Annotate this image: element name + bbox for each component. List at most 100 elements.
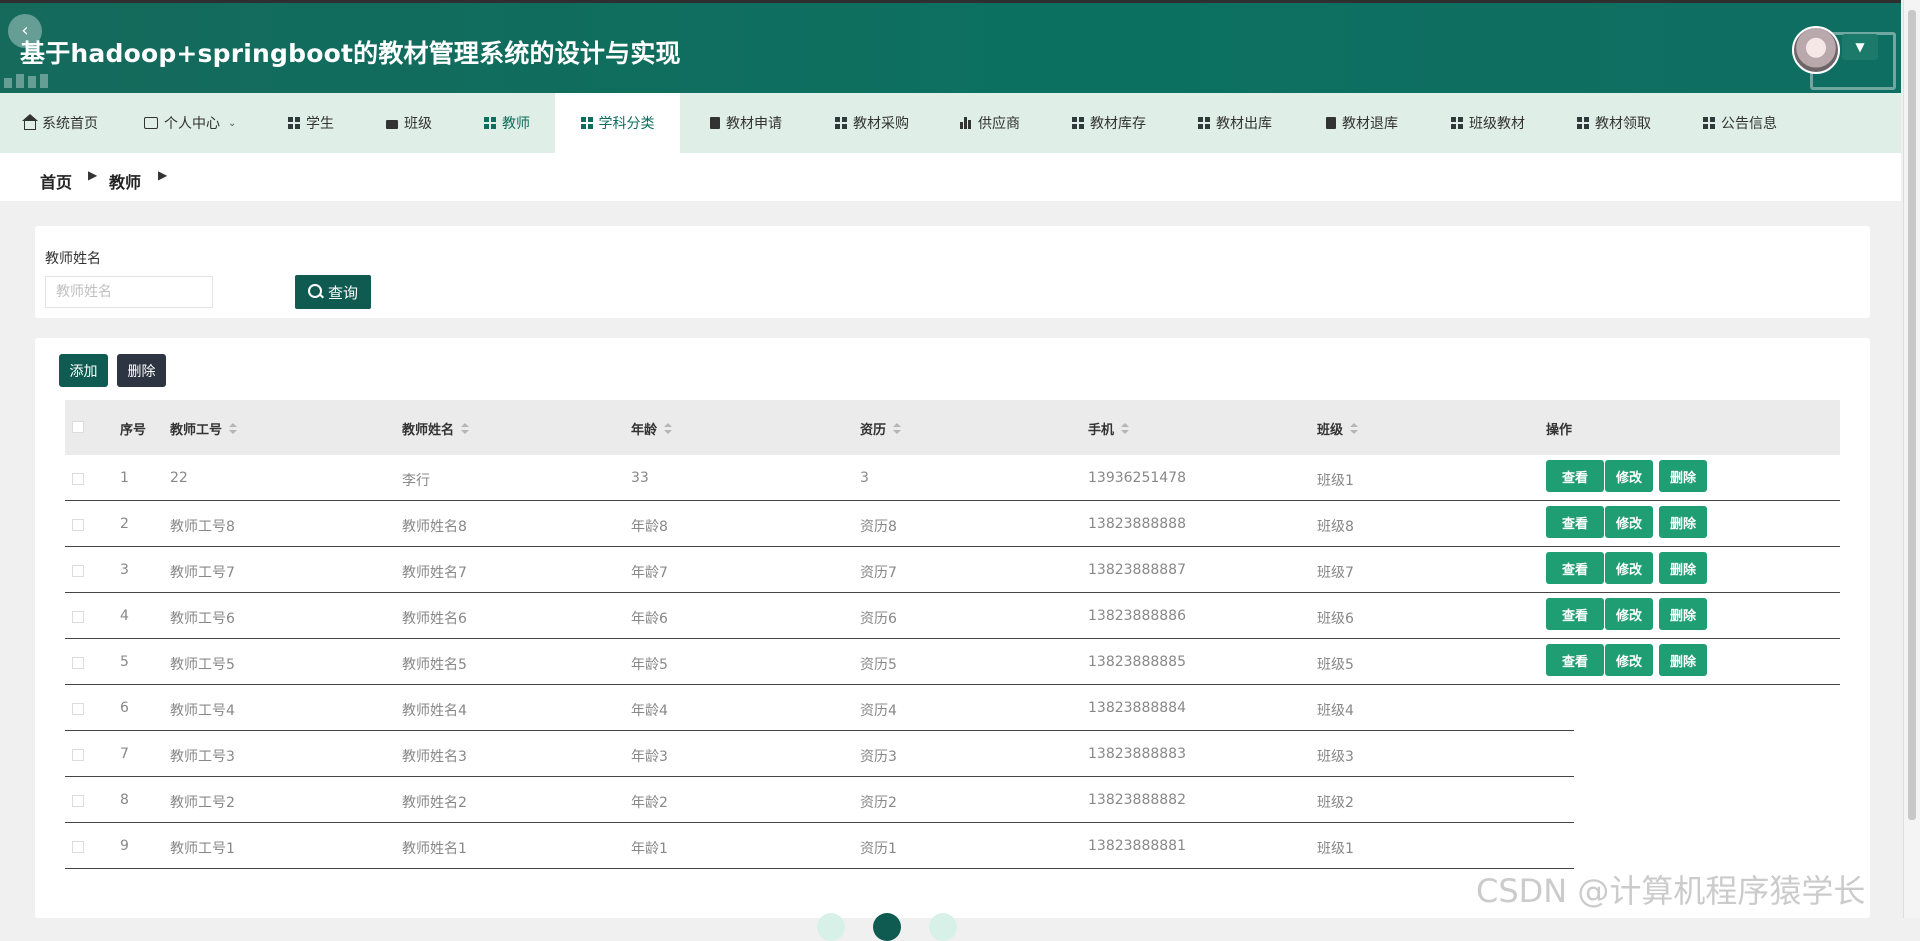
table-cell: 13823888882 [1088,792,1186,808]
page-scrollbar[interactable] [1903,0,1920,918]
edit-button[interactable]: 修改 [1605,598,1653,630]
view-button[interactable]: 查看 [1546,598,1604,630]
nav-item-textbook-outbound[interactable]: 教材出库 [1198,93,1272,153]
sort-icon[interactable] [664,422,673,435]
sort-icon[interactable] [1121,422,1130,435]
row-checkbox[interactable] [72,841,84,853]
nav-item-suppliers[interactable]: 供应商 [960,93,1020,153]
scrollbar-thumb[interactable] [1908,10,1916,820]
user-menu-chevron-down-icon[interactable]: ▼ [1842,34,1878,60]
delete-button[interactable]: 删除 [1659,460,1707,492]
col-teacher-name[interactable]: 教师姓名 [402,419,470,438]
table-cell: 13823888884 [1088,700,1186,716]
avatar[interactable] [1792,26,1840,74]
table-cell: 年龄5 [631,657,668,673]
row-checkbox[interactable] [72,519,84,531]
sort-icon[interactable] [893,422,902,435]
view-button[interactable]: 查看 [1546,506,1604,538]
delete-button[interactable]: 删除 [1659,644,1707,676]
row-checkbox[interactable] [72,565,84,577]
bulk-delete-button[interactable]: 删除 [117,354,166,387]
col-age[interactable]: 年龄 [631,419,673,438]
table-cell: 资历6 [860,611,897,627]
table-header: 序号 教师工号 教师姓名 年龄 资历 手机 班级 操作 [65,400,1840,455]
row-checkbox[interactable] [72,473,84,485]
table-cell: 教师姓名6 [402,611,467,627]
table-cell: 班级3 [1317,749,1354,765]
nav-item-textbook-application[interactable]: 教材申请 [710,93,782,153]
nav-item-students[interactable]: 学生 [288,93,334,153]
edit-button[interactable]: 修改 [1605,506,1653,538]
delete-button[interactable]: 删除 [1659,598,1707,630]
teacher-name-input[interactable] [45,276,213,308]
col-actions: 操作 [1546,423,1573,438]
home-icon [22,113,38,130]
nav-item-textbook-purchase[interactable]: 教材采购 [835,93,909,153]
nav-item-announcements[interactable]: 公告信息 [1703,93,1777,153]
nav-item-teachers[interactable]: 教师 [484,93,530,153]
table-cell: 资历5 [860,657,897,673]
view-button[interactable]: 查看 [1546,460,1604,492]
table-row: 3 教师工号7 教师姓名7 年龄7 资历7 13823888887 班级7 查看 修改 删除 [65,547,1840,593]
add-button[interactable]: 添加 [59,354,108,387]
select-all-checkbox[interactable] [72,421,84,433]
nav-item-class-textbooks[interactable]: 班级教材 [1451,93,1525,153]
table-row: 4 教师工号6 教师姓名6 年龄6 资历6 13823888886 班级6 查看 修改 删除 [65,593,1840,639]
row-checkbox[interactable] [72,795,84,807]
table-cell: 班级4 [1317,703,1354,719]
grid-icon [288,117,300,129]
table-cell: 班级8 [1317,519,1354,535]
breadcrumb-home[interactable]: 首页 [40,169,72,193]
col-phone[interactable]: 手机 [1088,419,1130,438]
delete-button[interactable]: 删除 [1659,506,1707,538]
table-cell: 2 [120,516,129,532]
pager-current[interactable] [873,913,901,941]
nav-item-textbook-collection[interactable]: 教材领取 [1577,93,1651,153]
sort-icon[interactable] [461,422,470,435]
pager-prev[interactable] [817,913,845,941]
table-cell: 班级5 [1317,657,1354,673]
row-checkbox[interactable] [72,611,84,623]
table-cell: 8 [120,792,129,808]
edit-button[interactable]: 修改 [1605,460,1653,492]
col-qualification[interactable]: 资历 [860,419,902,438]
nav-item-textbook-return[interactable]: 教材退库 [1326,93,1398,153]
table-cell: 资历2 [860,795,897,811]
edit-button[interactable]: 修改 [1605,644,1653,676]
sort-icon[interactable] [1350,422,1359,435]
query-button[interactable]: 查询 [295,275,371,309]
table-cell: 教师姓名2 [402,795,467,811]
table-cell: 年龄1 [631,841,668,857]
pager-next[interactable] [929,913,957,941]
folder-icon [386,119,398,129]
row-checkbox[interactable] [72,657,84,669]
bar-chart-icon [960,117,972,129]
table-cell: 资历3 [860,749,897,765]
col-class[interactable]: 班级 [1317,419,1359,438]
row-checkbox[interactable] [72,703,84,715]
table-cell: 22 [170,470,188,486]
col-index: 序号 [120,423,147,438]
table-cell: 教师工号7 [170,565,235,581]
top-header: ‹ 基于hadoop+springboot的教材管理系统的设计与实现 ▼ [0,0,1901,93]
table-cell: 年龄8 [631,519,668,535]
nav-item-textbook-inventory[interactable]: 教材库存 [1072,93,1146,153]
table-cell: 教师姓名1 [402,841,467,857]
sort-icon[interactable] [229,422,238,435]
row-checkbox[interactable] [72,749,84,761]
delete-button[interactable]: 删除 [1659,552,1707,584]
table-cell: 13823888881 [1088,838,1186,854]
table-cell: 5 [120,654,129,670]
nav-item-home[interactable]: 系统首页 [22,93,98,153]
nav-item-personal-center[interactable]: 个人中心 ⌄ [144,93,236,153]
nav-item-classes[interactable]: 班级 [386,93,432,153]
nav-item-subject-category[interactable]: 学科分类 [555,93,680,153]
edit-button[interactable]: 修改 [1605,552,1653,584]
view-button[interactable]: 查看 [1546,552,1604,584]
view-button[interactable]: 查看 [1546,644,1604,676]
col-teacher-id[interactable]: 教师工号 [170,419,238,438]
table-cell: 1 [120,470,129,486]
grid-icon [1451,117,1463,129]
breadcrumb: 首页 ▶ 教师 ▶ [0,153,1901,201]
grid-icon [580,117,593,129]
